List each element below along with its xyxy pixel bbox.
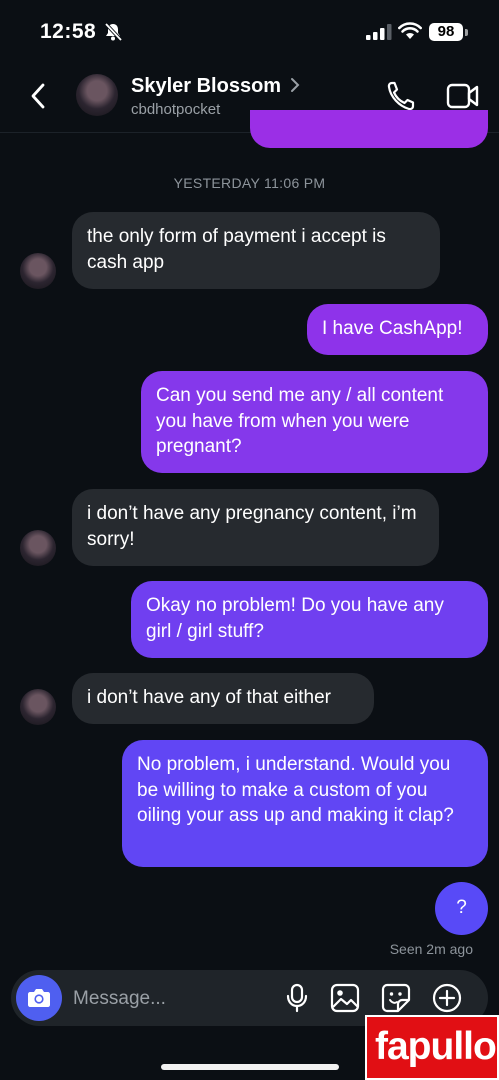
sender-avatar[interactable] [20, 253, 56, 289]
chevron-right-icon[interactable] [290, 77, 300, 93]
back-chevron-icon[interactable] [28, 82, 48, 110]
watermark-logo: fapullo [365, 1015, 499, 1080]
phone-icon[interactable] [386, 80, 416, 112]
outgoing-message[interactable]: Okay no problem! Do you have any girl / … [131, 581, 488, 658]
status-time: 12:58 [40, 20, 97, 43]
camera-icon [28, 989, 50, 1007]
contact-username[interactable]: cbdhotpocket [131, 101, 220, 118]
video-icon[interactable] [446, 82, 480, 110]
outgoing-message[interactable]: ? [435, 882, 488, 935]
sticker-icon[interactable] [381, 983, 411, 1013]
incoming-message[interactable]: i don’t have any pregnancy content, i’m … [72, 489, 439, 566]
previous-message-bubble [250, 110, 488, 148]
outgoing-message[interactable]: Can you send me any / all content you ha… [141, 371, 488, 473]
camera-button[interactable] [16, 975, 62, 1021]
status-bar: 12:58 98 [0, 0, 499, 64]
seen-status: Seen 2m ago [389, 941, 473, 957]
message-input[interactable] [71, 970, 265, 1028]
gallery-icon[interactable] [330, 983, 360, 1013]
incoming-message[interactable]: i don’t have any of that either [72, 673, 374, 724]
message-timestamp: YESTERDAY 11:06 PM [173, 175, 326, 191]
contact-name[interactable]: Skyler Blossom [131, 75, 281, 98]
outgoing-message[interactable]: I have CashApp! [307, 304, 488, 355]
battery-icon: 98 [429, 23, 463, 41]
bell-slash-icon [104, 22, 123, 42]
watermark-text: fapullo [375, 1025, 497, 1068]
sender-avatar[interactable] [20, 530, 56, 566]
plus-circle-icon[interactable] [432, 983, 462, 1013]
sender-avatar[interactable] [20, 689, 56, 725]
contact-avatar[interactable] [76, 74, 118, 116]
wifi-icon [398, 22, 422, 39]
microphone-icon[interactable] [286, 983, 308, 1013]
outgoing-message[interactable]: No problem, i understand. Would you be w… [122, 740, 488, 867]
home-indicator [161, 1064, 339, 1070]
battery-nub [465, 29, 468, 36]
incoming-message[interactable]: the only form of payment i accept is cas… [72, 212, 440, 289]
signal-icon [366, 24, 392, 40]
